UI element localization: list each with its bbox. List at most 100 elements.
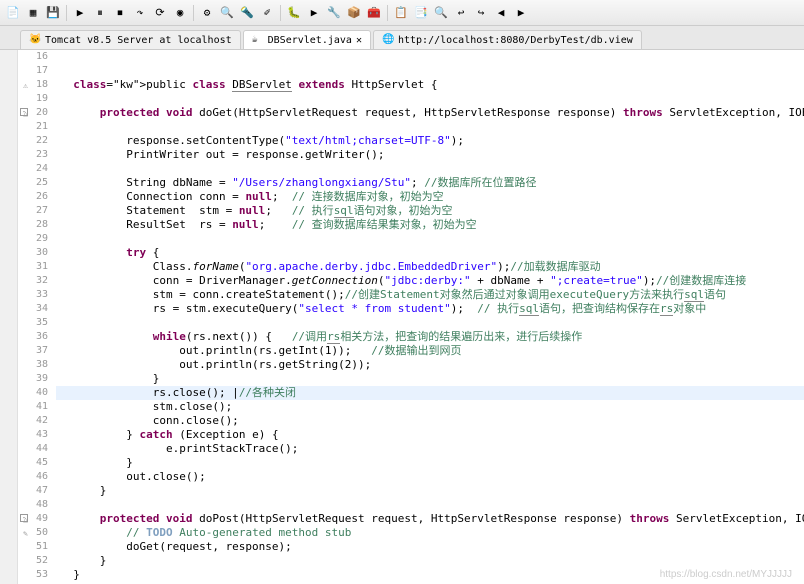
toolbar-icon-19[interactable]: 📑 xyxy=(412,4,430,22)
code-line[interactable]: 37 out.println(rs.getInt(1)); //数据输出到网页 xyxy=(18,344,804,358)
code-line[interactable]: 25 String dbName = "/Users/zhanglongxian… xyxy=(18,176,804,190)
toolbar-icon-2[interactable]: 💾 xyxy=(44,4,62,22)
code-editor[interactable]: 161718⚠ class="kw">public class DBServle… xyxy=(18,50,804,584)
toolbar-icon-21[interactable]: ↩ xyxy=(452,4,470,22)
editor-tab-0[interactable]: 🐱Tomcat v8.5 Server at localhost xyxy=(20,30,241,49)
toolbar-icon-1[interactable]: ▦ xyxy=(24,4,42,22)
line-number-gutter[interactable]: 36 xyxy=(18,330,56,344)
code-line[interactable]: 31 Class.forName("org.apache.derby.jdbc.… xyxy=(18,260,804,274)
line-number-gutter[interactable]: 45 xyxy=(18,456,56,470)
code-line[interactable]: 22 response.setContentType("text/html;ch… xyxy=(18,134,804,148)
code-line[interactable]: 44 e.printStackTrace(); xyxy=(18,442,804,456)
code-line[interactable]: 36 while(rs.next()) { //调用rs相关方法，把查询的结果遍… xyxy=(18,330,804,344)
line-number-gutter[interactable]: 39 xyxy=(18,372,56,386)
editor-tab-2[interactable]: 🌐http://localhost:8080/DerbyTest/db.view xyxy=(373,30,642,49)
code-line[interactable]: 17 xyxy=(18,64,804,78)
code-line[interactable]: 26 Connection conn = null; // 连接数据库对象，初始… xyxy=(18,190,804,204)
line-number-gutter[interactable]: 42 xyxy=(18,414,56,428)
editor-tab-1[interactable]: ☕DBServlet.java ✕ xyxy=(243,30,371,49)
line-number-gutter[interactable]: 48 xyxy=(18,498,56,512)
line-number-gutter[interactable]: 35 xyxy=(18,316,56,330)
line-number-gutter[interactable]: 28 xyxy=(18,218,56,232)
code-line[interactable]: 52 } xyxy=(18,554,804,568)
toolbar-icon-3[interactable]: ▶ xyxy=(71,4,89,22)
code-line[interactable]: 34 rs = stm.executeQuery("select * from … xyxy=(18,302,804,316)
line-number-gutter[interactable]: 19 xyxy=(18,92,56,106)
line-number-gutter[interactable]: 44 xyxy=(18,442,56,456)
toolbar-icon-24[interactable]: ▶ xyxy=(512,4,530,22)
code-line[interactable]: 33 stm = conn.createStatement();//创建Stat… xyxy=(18,288,804,302)
line-number-gutter[interactable]: 37 xyxy=(18,344,56,358)
code-line[interactable]: 51 doGet(request, response); xyxy=(18,540,804,554)
code-line[interactable]: 43 } catch (Exception e) { xyxy=(18,428,804,442)
toolbar-icon-0[interactable]: 📄 xyxy=(4,4,22,22)
toolbar-icon-16[interactable]: 📦 xyxy=(345,4,363,22)
line-number-gutter[interactable]: 38 xyxy=(18,358,56,372)
line-number-gutter[interactable]: 20-△ xyxy=(18,106,56,120)
line-number-gutter[interactable]: 27 xyxy=(18,204,56,218)
code-line[interactable]: 20-△ protected void doGet(HttpServletReq… xyxy=(18,106,804,120)
line-number-gutter[interactable]: 31 xyxy=(18,260,56,274)
line-number-gutter[interactable]: 29 xyxy=(18,232,56,246)
code-line[interactable]: 29 xyxy=(18,232,804,246)
code-line[interactable]: 50✎ // TODO Auto-generated method stub xyxy=(18,526,804,540)
code-line[interactable]: 16 xyxy=(18,50,804,64)
toolbar-icon-5[interactable]: ⏹ xyxy=(111,4,129,22)
toolbar-icon-9[interactable]: ⚙ xyxy=(198,4,216,22)
line-number-gutter[interactable]: 49-△ xyxy=(18,512,56,526)
code-line[interactable]: 40 rs.close(); |//各种关闭 xyxy=(18,386,804,400)
code-line[interactable]: 47 } xyxy=(18,484,804,498)
toolbar-icon-12[interactable]: ✐ xyxy=(258,4,276,22)
line-number-gutter[interactable]: 30 xyxy=(18,246,56,260)
line-number-gutter[interactable]: 25 xyxy=(18,176,56,190)
line-number-gutter[interactable]: 52 xyxy=(18,554,56,568)
toolbar-icon-10[interactable]: 🔍 xyxy=(218,4,236,22)
toolbar-icon-15[interactable]: 🔧 xyxy=(325,4,343,22)
code-line[interactable]: 30 try { xyxy=(18,246,804,260)
line-number-gutter[interactable]: 47 xyxy=(18,484,56,498)
line-number-gutter[interactable]: 24 xyxy=(18,162,56,176)
toolbar-icon-6[interactable]: ↷ xyxy=(131,4,149,22)
line-number-gutter[interactable]: 40 xyxy=(18,386,56,400)
line-number-gutter[interactable]: 17 xyxy=(18,64,56,78)
code-line[interactable]: 32 conn = DriverManager.getConnection("j… xyxy=(18,274,804,288)
over-marker-icon[interactable]: △ xyxy=(18,513,28,523)
toolbar-icon-13[interactable]: 🐛 xyxy=(285,4,303,22)
toolbar-icon-14[interactable]: ▶ xyxy=(305,4,323,22)
line-number-gutter[interactable]: 43 xyxy=(18,428,56,442)
code-line[interactable]: 46 out.close(); xyxy=(18,470,804,484)
toolbar-icon-18[interactable]: 📋 xyxy=(392,4,410,22)
toolbar-icon-23[interactable]: ◀ xyxy=(492,4,510,22)
line-number-gutter[interactable]: 50✎ xyxy=(18,526,56,540)
line-number-gutter[interactable]: 18⚠ xyxy=(18,78,56,92)
line-number-gutter[interactable]: 21 xyxy=(18,120,56,134)
toolbar-icon-7[interactable]: ⟳ xyxy=(151,4,169,22)
over-marker-icon[interactable]: △ xyxy=(18,107,28,117)
code-line[interactable]: 35 xyxy=(18,316,804,330)
code-line[interactable]: 49-△ protected void doPost(HttpServletRe… xyxy=(18,512,804,526)
toolbar-icon-4[interactable]: ⏸ xyxy=(91,4,109,22)
toolbar-icon-20[interactable]: 🔍 xyxy=(432,4,450,22)
warn-marker-icon[interactable]: ⚠ xyxy=(18,79,28,89)
code-line[interactable]: 28 ResultSet rs = null; // 查询数据库结果集对象，初始… xyxy=(18,218,804,232)
toolbar-icon-11[interactable]: 🔦 xyxy=(238,4,256,22)
code-line[interactable]: 48 xyxy=(18,498,804,512)
line-number-gutter[interactable]: 16 xyxy=(18,50,56,64)
code-line[interactable]: 18⚠ class="kw">public class DBServlet ex… xyxy=(18,78,804,92)
line-number-gutter[interactable]: 22 xyxy=(18,134,56,148)
todo-marker-icon[interactable]: ✎ xyxy=(18,527,28,537)
line-number-gutter[interactable]: 32 xyxy=(18,274,56,288)
line-number-gutter[interactable]: 53 xyxy=(18,568,56,582)
line-number-gutter[interactable]: 46 xyxy=(18,470,56,484)
toolbar-icon-8[interactable]: ◉ xyxy=(171,4,189,22)
code-line[interactable]: 38 out.println(rs.getString(2)); xyxy=(18,358,804,372)
line-number-gutter[interactable]: 26 xyxy=(18,190,56,204)
line-number-gutter[interactable]: 33 xyxy=(18,288,56,302)
code-line[interactable]: 21 xyxy=(18,120,804,134)
code-line[interactable]: 27 Statement stm = null; // 执行sql语句对象，初始… xyxy=(18,204,804,218)
toolbar-icon-22[interactable]: ↪ xyxy=(472,4,490,22)
toolbar-icon-17[interactable]: 🧰 xyxy=(365,4,383,22)
line-number-gutter[interactable]: 23 xyxy=(18,148,56,162)
code-line[interactable]: 23 PrintWriter out = response.getWriter(… xyxy=(18,148,804,162)
line-number-gutter[interactable]: 51 xyxy=(18,540,56,554)
